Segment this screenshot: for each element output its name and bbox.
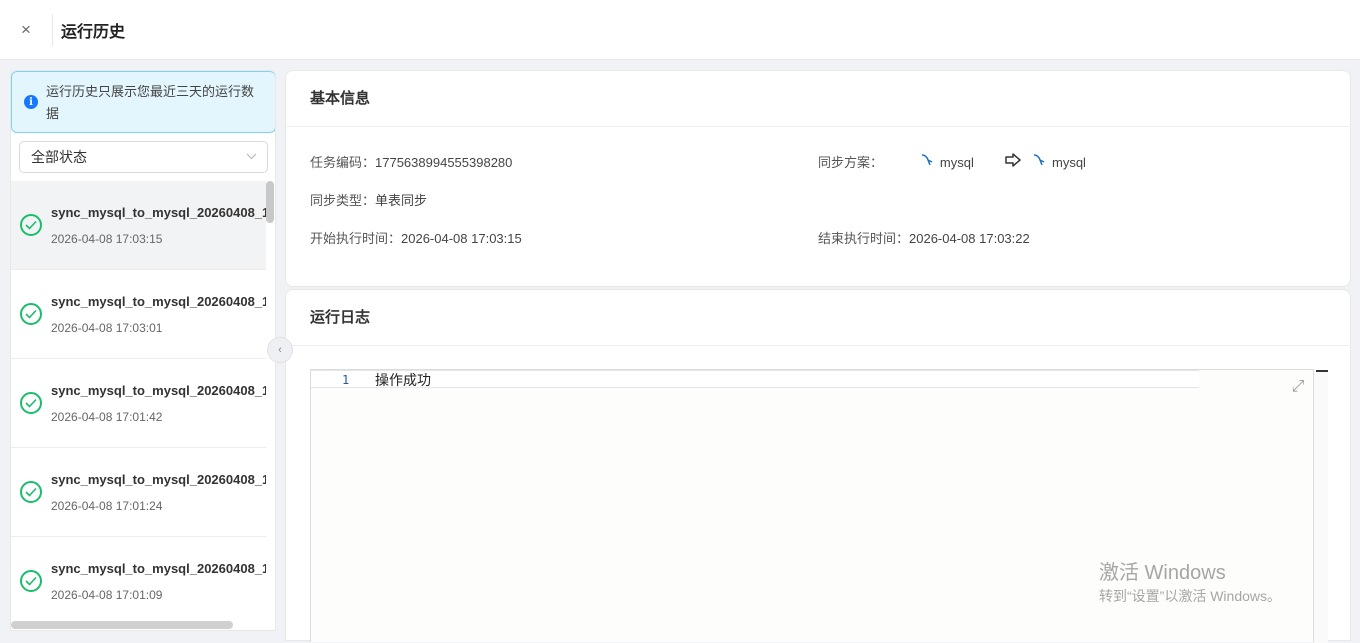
end-time-field: 结束执行时间：2026-04-08 17:03:22 (818, 228, 1030, 247)
list-vertical-scrollbar[interactable] (266, 181, 274, 223)
run-time: 2026-04-08 17:03:01 (51, 320, 163, 335)
arrow-right-icon (1005, 153, 1026, 170)
run-name: sync_mysql_to_mysql_20260408_17 (51, 204, 266, 220)
run-name: sync_mysql_to_mysql_20260408_17 (51, 560, 266, 576)
line-text: 操作成功 (375, 372, 431, 388)
windows-activation-watermark: 激活 Windows 转到“设置”以激活 Windows。 (1099, 560, 1281, 606)
watermark-line1: 激活 Windows (1099, 562, 1226, 584)
run-history-sidebar: i 运行历史只展示您最近三天的运行数据 全部状态 sync_mysql_to_m… (10, 70, 276, 631)
run-time: 2026-04-08 17:01:09 (51, 587, 163, 602)
notice-text: 运行历史只展示您最近三天的运行数据 (46, 84, 255, 121)
success-check-icon (20, 214, 42, 236)
run-name: sync_mysql_to_mysql_20260408_17 (51, 293, 266, 309)
list-item[interactable]: sync_mysql_to_mysql_20260408_17 2026-04-… (11, 181, 266, 270)
task-code-value: 1775638994555398280 (375, 155, 513, 170)
run-name: sync_mysql_to_mysql_20260408_17 (51, 471, 266, 487)
success-check-icon (20, 570, 42, 592)
editor-line: 1 操作成功 (311, 370, 1199, 388)
start-time-value: 2026-04-08 17:03:15 (401, 231, 522, 246)
source-db-name: mysql (939, 155, 974, 170)
run-time: 2026-04-08 17:01:24 (51, 498, 163, 513)
start-time-label: 开始执行时间： (310, 231, 402, 246)
page-title: 运行历史 (61, 23, 126, 41)
sync-type-value: 单表同步 (375, 193, 428, 208)
list-horizontal-scrollbar[interactable] (11, 621, 233, 629)
run-log-title: 运行日志 (286, 290, 1350, 346)
header-bar: × 运行历史 (0, 0, 1360, 60)
end-time-label: 结束执行时间： (818, 231, 910, 246)
info-icon: i (24, 95, 38, 109)
watermark-line2: 转到“设置”以激活 Windows。 (1099, 588, 1282, 604)
task-code-label: 任务编码： (310, 155, 376, 170)
retention-notice: i 运行历史只展示您最近三天的运行数据 (11, 71, 275, 133)
status-filter-value: 全部状态 (31, 149, 87, 165)
sync-type-field: 同步类型：单表同步 (310, 190, 427, 209)
success-check-icon (20, 392, 42, 414)
list-item[interactable]: sync_mysql_to_mysql_20260408_17 2026-04-… (11, 359, 266, 448)
task-code-field: 任务编码：1775638994555398280 (310, 152, 512, 171)
mysql-dolphin-icon (1030, 153, 1048, 170)
collapse-sidebar-button[interactable]: ‹ (267, 337, 293, 363)
target-db-name: mysql (1051, 155, 1086, 170)
run-time: 2026-04-08 17:01:42 (51, 409, 163, 424)
basic-info-card: 基本信息 任务编码：1775638994555398280 同步方案： mysq… (285, 70, 1351, 287)
basic-info-title: 基本信息 (286, 71, 1350, 127)
header-divider (52, 13, 53, 46)
success-check-icon (20, 303, 42, 325)
editor-scrollbar-marker (1316, 370, 1328, 372)
sync-plan-label: 同步方案： (818, 155, 884, 170)
sync-plan-field: 同步方案： mysql mysql (818, 152, 1086, 171)
close-icon: × (21, 19, 31, 39)
start-time-field: 开始执行时间：2026-04-08 17:03:15 (310, 228, 522, 247)
status-filter-select[interactable]: 全部状态 (19, 141, 268, 173)
run-list: sync_mysql_to_mysql_20260408_17 2026-04-… (11, 181, 266, 621)
list-item[interactable]: sync_mysql_to_mysql_20260408_17 2026-04-… (11, 537, 266, 621)
chevron-left-icon: ‹ (278, 344, 282, 356)
chevron-down-icon (246, 152, 257, 163)
end-time-value: 2026-04-08 17:03:22 (909, 231, 1030, 246)
sync-type-label: 同步类型： (310, 193, 376, 208)
run-time: 2026-04-08 17:03:15 (51, 231, 163, 246)
list-item[interactable]: sync_mysql_to_mysql_20260408_17 2026-04-… (11, 448, 266, 537)
success-check-icon (20, 481, 42, 503)
editor-scrollbar[interactable] (1314, 370, 1328, 643)
list-item[interactable]: sync_mysql_to_mysql_20260408_17 2026-04-… (11, 270, 266, 359)
fullscreen-expand-icon[interactable]: ⤢ (1289, 378, 1307, 396)
close-button[interactable]: × (0, 0, 52, 60)
line-number: 1 (342, 373, 350, 387)
run-name: sync_mysql_to_mysql_20260408_17 (51, 382, 266, 398)
mysql-dolphin-icon (918, 153, 936, 170)
